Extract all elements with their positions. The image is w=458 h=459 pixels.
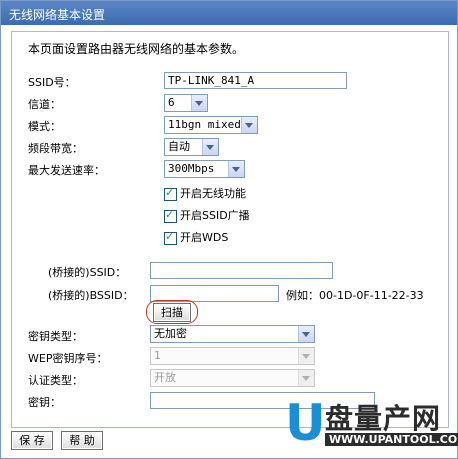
bridge-bssid-label: (桥接的)BSSID： [48, 289, 134, 302]
wep-index-label: WEP密钥序号： [28, 352, 108, 365]
watermark-logo: U 盘量产网 WWW.UPANTOOL.COM [285, 394, 458, 457]
bridge-ssid-label: (桥接的)SSID： [48, 266, 127, 279]
chevron-down-icon[interactable] [241, 117, 257, 133]
mode-label: 模式： [28, 120, 61, 133]
wds-checkbox-row[interactable]: 开启WDS [164, 229, 228, 245]
bandwidth-label: 频段带宽： [28, 142, 83, 155]
key-type-value: 无加密 [154, 327, 187, 340]
mode-select[interactable]: 11bgn mixed [164, 116, 258, 134]
watermark-url: WWW.UPANTOOL.COM [325, 433, 458, 446]
wep-index-value: 1 [154, 349, 161, 362]
chevron-down-icon[interactable] [298, 326, 314, 342]
auth-type-label: 认证类型： [28, 374, 83, 387]
auth-type-value: 开放 [154, 371, 176, 384]
help-button[interactable]: 帮 助 [61, 431, 103, 450]
wireless-enable-label: 开启无线功能 [180, 187, 246, 200]
key-type-select[interactable]: 无加密 [150, 325, 315, 343]
bridge-ssid-input[interactable] [150, 262, 333, 279]
max-rate-value: 300Mbps [168, 162, 215, 175]
wireless-enable-checkbox-row[interactable]: 开启无线功能 [164, 185, 246, 201]
bandwidth-select[interactable]: 自动 [164, 138, 219, 156]
ssid-label: SSID号： [28, 76, 76, 89]
checkbox-checked-icon[interactable] [164, 186, 177, 201]
channel-value: 6 [168, 96, 175, 109]
u-logo-icon: U [285, 394, 326, 452]
wds-label: 开启WDS [180, 231, 229, 244]
max-rate-select[interactable]: 300Mbps [164, 160, 245, 178]
max-rate-label: 最大发送速率： [28, 164, 105, 177]
bssid-example: 例如：00-1D-0F-11-22-33 [286, 289, 424, 302]
key-label: 密钥： [28, 396, 61, 409]
chevron-down-icon [298, 370, 314, 386]
chevron-down-icon[interactable] [228, 161, 244, 177]
title-bar: 无线网络基本设置 [1, 1, 457, 25]
settings-window: 无线网络基本设置 本页面设置路由器无线网络的基本参数。 SSID号： TP-LI… [0, 0, 458, 459]
bandwidth-value: 自动 [168, 140, 190, 153]
chevron-down-icon[interactable] [191, 95, 207, 111]
scan-button[interactable]: 扫描 [153, 303, 191, 322]
channel-label: 信道： [28, 98, 61, 111]
save-button[interactable]: 保 存 [11, 431, 53, 450]
chevron-down-icon [298, 348, 314, 364]
channel-select[interactable]: 6 [164, 94, 208, 112]
window-title: 无线网络基本设置 [9, 8, 106, 22]
ssid-input[interactable]: TP-LINK_841_A [164, 72, 347, 89]
chevron-down-icon[interactable] [202, 139, 218, 155]
wep-index-select: 1 [150, 347, 315, 365]
key-type-label: 密钥类型： [28, 330, 83, 343]
ssid-broadcast-label: 开启SSID广播 [180, 209, 250, 222]
auth-type-select: 开放 [150, 369, 315, 387]
watermark-brand: 盘量产网 [325, 402, 442, 435]
settings-panel: 本页面设置路由器无线网络的基本参数。 SSID号： TP-LINK_841_A … [11, 31, 449, 428]
mode-value: 11bgn mixed [168, 118, 241, 131]
checkbox-checked-icon[interactable] [164, 230, 177, 245]
checkbox-checked-icon[interactable] [164, 208, 177, 223]
ssid-broadcast-checkbox-row[interactable]: 开启SSID广播 [164, 207, 250, 223]
page-description: 本页面设置路由器无线网络的基本参数。 [28, 42, 245, 56]
